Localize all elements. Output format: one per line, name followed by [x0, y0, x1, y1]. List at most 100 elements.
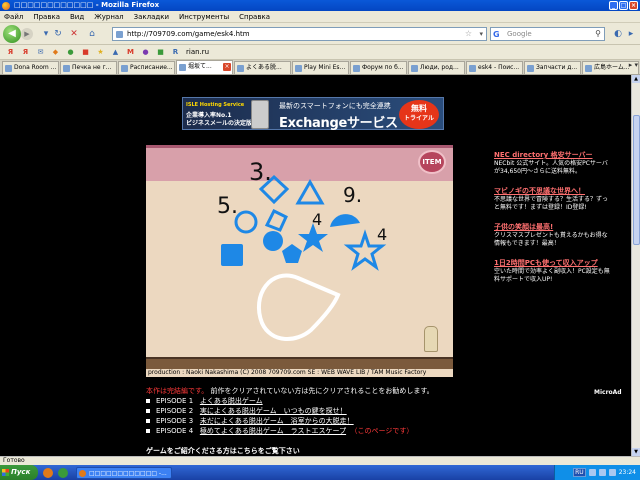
scroll-down-icon[interactable]: ▼: [632, 448, 640, 456]
menu-file[interactable]: Файл: [4, 13, 23, 21]
search-box[interactable]: G Google ⚲: [490, 27, 605, 41]
url-bar[interactable]: http://709709.com/game/esk4.htm ☆ ▾: [112, 27, 487, 41]
scroll-up-icon[interactable]: ▲: [632, 75, 640, 83]
bookmark-icon[interactable]: ★: [96, 48, 105, 57]
bookmark-label[interactable]: rian.ru: [186, 48, 209, 56]
start-button[interactable]: Пуск: [0, 465, 38, 480]
bookmark-icon[interactable]: Я: [21, 48, 30, 57]
ad-title[interactable]: NEC directory 格安サーバー: [494, 151, 612, 160]
banner-line-5: Exchangeサービス: [279, 116, 398, 131]
back-button[interactable]: ◀: [3, 25, 21, 43]
forward-button[interactable]: ▶: [21, 28, 33, 40]
google-icon[interactable]: G: [493, 29, 500, 41]
tab[interactable]: Расписание...: [118, 61, 175, 74]
filled-half-circle: [330, 214, 360, 227]
search-icon[interactable]: ⚲: [595, 28, 601, 40]
tray-icon[interactable]: [588, 469, 596, 476]
tab[interactable]: 堀坂て... ×: [176, 60, 233, 74]
bookmark-icon[interactable]: ■: [156, 48, 165, 57]
toolbar-options-icon[interactable]: ▸: [625, 28, 637, 40]
taskbar-firefox-window[interactable]: □□□□□□□□□□□□ -...: [76, 466, 172, 479]
menu-edit[interactable]: Правка: [33, 13, 60, 21]
stop-icon[interactable]: ✕: [68, 28, 80, 40]
tab[interactable]: Dona Room ...: [2, 61, 59, 74]
bookmark-icon[interactable]: ◆: [51, 48, 60, 57]
ad-item[interactable]: 1日2時間PCも使って収入アップ 空いた時間で効率よく副収入！PC設定も無料サポ…: [494, 259, 612, 284]
episode-4-link[interactable]: 極めてよくある脱出ゲーム ラストエスケープ: [200, 427, 346, 435]
minimize-button[interactable]: _: [609, 1, 618, 10]
quicklaunch-firefox-icon[interactable]: [43, 467, 53, 478]
ad-item[interactable]: マビノギの不思議な世界へ！ 不思議な世界で冒険する？生活する？ずっと無料です！ま…: [494, 187, 612, 212]
bookmark-icon[interactable]: M: [126, 48, 135, 57]
cutoff-text[interactable]: ゲームをご紹介くださる方はこちらをご覧下さい: [146, 446, 300, 456]
menu-help[interactable]: Справка: [239, 13, 270, 21]
ad-item[interactable]: NEC directory 格安サーバー NECbit 公式サイト。人気の格安P…: [494, 151, 612, 176]
tab-label: Форум по б...: [362, 64, 404, 71]
close-tab-icon[interactable]: ×: [223, 63, 231, 71]
tab[interactable]: Форум по б...: [350, 61, 407, 74]
bookmark-icon[interactable]: ■: [81, 48, 90, 57]
bookmark-icon[interactable]: ●: [66, 48, 75, 57]
menu-bar: Файл Правка Вид Журнал Закладки Инструме…: [0, 11, 640, 23]
ad-title[interactable]: マビノギの不思議な世界へ！: [494, 187, 612, 196]
site-identity-icon[interactable]: [116, 31, 123, 38]
close-window-button[interactable]: ×: [629, 1, 638, 10]
menu-history[interactable]: Журнал: [94, 13, 123, 21]
ad-text: クリスマスプレゼントも貰えるかもお得な情報もできます！最高！: [494, 232, 608, 247]
bookmark-icon[interactable]: Я: [6, 48, 15, 57]
tab[interactable]: esk4 - Поис...: [466, 61, 523, 74]
handwritten-number-4a: 4: [312, 210, 322, 229]
tab[interactable]: Запчасти д...: [524, 61, 581, 74]
ad-title[interactable]: 1日2時間PCも使って収入アップ: [494, 259, 612, 268]
outline-square: [264, 208, 288, 232]
scroll-thumb[interactable]: [633, 115, 640, 245]
white-outline-shape: [256, 273, 341, 342]
tab[interactable]: Люди, род...: [408, 61, 465, 74]
windows-logo-icon: [2, 469, 9, 476]
bookmark-icon[interactable]: R: [171, 48, 180, 57]
menu-bookmarks[interactable]: Закладки: [134, 13, 169, 21]
microad-label[interactable]: MicroAd: [594, 389, 622, 396]
tray-icon[interactable]: [598, 469, 606, 476]
vertical-scrollbar[interactable]: ▲ ▼: [631, 75, 640, 456]
game-drawing[interactable]: 3. 5. 9. 4 4: [146, 145, 453, 370]
addon-icon[interactable]: ◐: [612, 28, 624, 40]
outline-triangle: [295, 178, 325, 205]
quicklaunch-browser-icon[interactable]: [58, 467, 68, 478]
banner-line-1: ISLE Hosting Service: [186, 102, 245, 108]
taskbar: Пуск □□□□□□□□□□□□ -... RU 23:24: [0, 465, 640, 480]
url-dropdown-icon[interactable]: ▾: [479, 28, 483, 40]
status-bar: Готово: [0, 456, 640, 465]
tab-favicon-icon: [121, 65, 128, 72]
ad-item[interactable]: 子供の笑顔は最高! クリスマスプレゼントも貰えるかもお得な情報もできます！最高！: [494, 223, 612, 248]
episode-3-link[interactable]: 未だによくある脱出ゲーム 浴室からの大脱走！: [200, 417, 354, 425]
game-canvas[interactable]: ITEM 3. 5. 9. 4 4: [146, 145, 453, 370]
episode-2-link[interactable]: 実によくある脱出ゲーム いつもの鍵を探せ！: [200, 407, 347, 415]
history-dropdown-icon[interactable]: ▾: [40, 28, 52, 40]
tab-favicon-icon: [353, 65, 360, 72]
menu-tools[interactable]: Инструменты: [179, 13, 229, 21]
filled-pentagon: [282, 244, 302, 263]
bookmark-star-icon[interactable]: ☆: [465, 28, 472, 40]
tab-favicon-icon: [585, 65, 592, 72]
tab[interactable]: Play Mini Es...: [292, 61, 349, 74]
language-indicator[interactable]: RU: [573, 468, 586, 477]
tray-icon[interactable]: [608, 469, 616, 476]
tab[interactable]: よくある脱...: [234, 61, 291, 74]
exchange-ad-banner[interactable]: ISLE Hosting Service 企業導入率No.1 ビジネスメールの決…: [182, 97, 444, 131]
episode-1-link[interactable]: よくある脱出ゲーム: [200, 397, 263, 405]
reload-icon[interactable]: ↻: [52, 28, 64, 40]
bookmark-icon[interactable]: ▲: [111, 48, 120, 57]
banner-line-4: 最新のスマートフォンにも完全連携: [279, 102, 391, 110]
bookmark-icon[interactable]: ●: [141, 48, 150, 57]
tabs-scroll-icon[interactable]: ▸ ▾: [629, 61, 638, 69]
tab-favicon-icon: [411, 65, 418, 72]
menu-view[interactable]: Вид: [70, 13, 84, 21]
bookmark-icon[interactable]: ✉: [36, 48, 45, 57]
home-icon[interactable]: ⌂: [86, 28, 98, 40]
character-figure[interactable]: [424, 326, 438, 352]
ad-title[interactable]: 子供の笑顔は最高!: [494, 223, 612, 232]
maximize-button[interactable]: □: [619, 1, 628, 10]
ad-text: 空いた時間で効率よく副収入！PC設定も無料サポートで収入UP!: [494, 268, 610, 283]
tab[interactable]: Печка не г...: [60, 61, 117, 74]
